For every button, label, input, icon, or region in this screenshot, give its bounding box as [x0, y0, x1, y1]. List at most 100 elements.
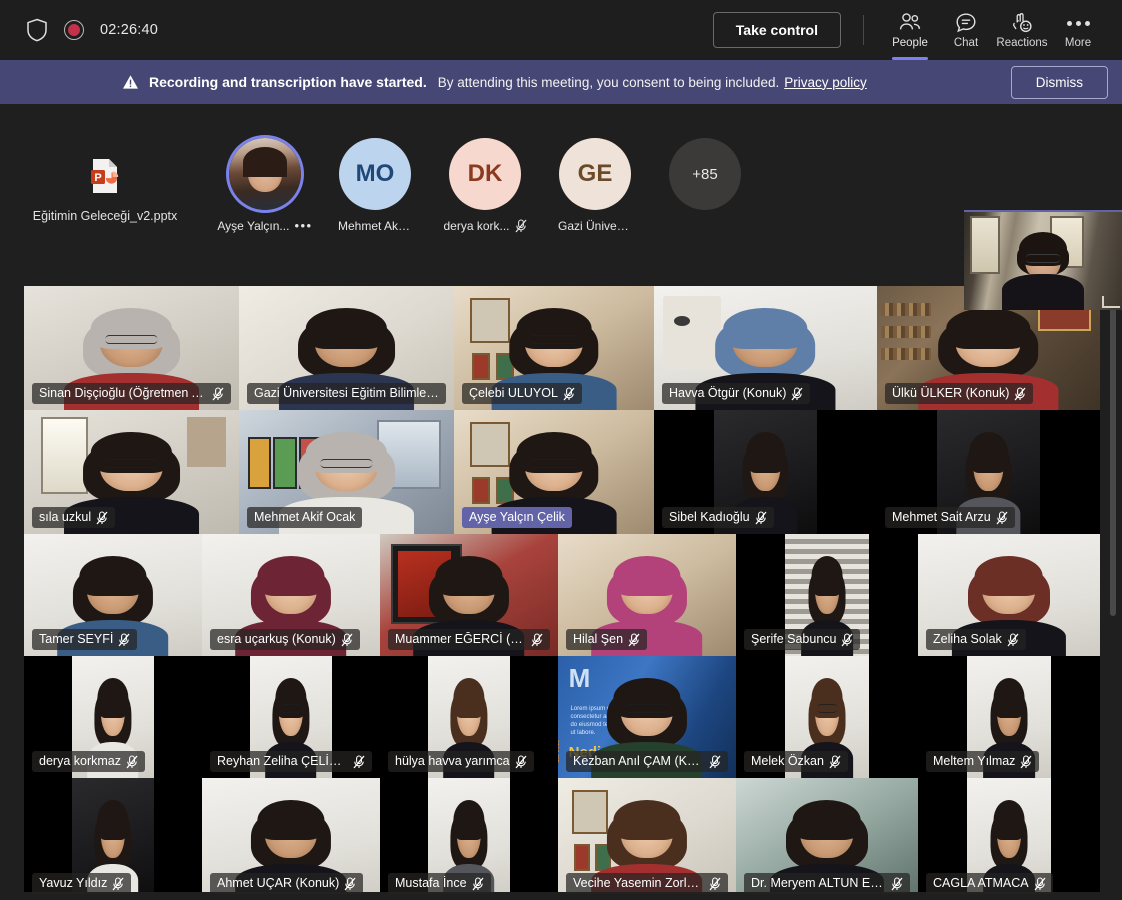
participant-name-label: Tamer SEYFİ [32, 629, 138, 650]
participant-name-text: hülya havva yarımca [395, 754, 510, 768]
participant-name-text: Meltem Yılmaz [933, 754, 1016, 768]
mic-off-icon [996, 510, 1008, 525]
participant-name-text: Ayşe Yalçın Çelik [469, 510, 565, 524]
mic-off-icon [1007, 632, 1019, 647]
video-tile-kezban-anıl-çam-kon[interactable]: MLorem ipsum dolor sit amet consectetur … [558, 656, 736, 778]
roster-item-ayse-yalcin[interactable]: Ayşe Yalçın... ••• [210, 138, 320, 233]
video-tile-dr-meryem-altun-eki[interactable]: Dr. Meryem ALTUN EKİ... [736, 778, 918, 900]
roster-item-more-icon[interactable]: ••• [294, 219, 312, 232]
participant-name-text: Sinan Dişçioğlu (Öğretmen A... [39, 386, 207, 400]
privacy-policy-link[interactable]: Privacy policy [784, 75, 867, 90]
video-tile-reyhan-zeliha-çelik-n[interactable]: Reyhan Zeliha ÇELİK (N... [202, 656, 380, 778]
mic-off-icon [515, 219, 527, 233]
video-tile-hilal-şen[interactable]: Hilal Şen [558, 534, 736, 656]
video-tile-ahmet-uçar-konuk[interactable]: Ahmet UÇAR (Konuk) [202, 778, 380, 900]
self-view-video[interactable] [964, 210, 1122, 310]
more-dots-icon [1066, 12, 1090, 34]
video-tile-mehmet-sait-arzu[interactable]: Mehmet Sait Arzu [877, 410, 1100, 534]
avatar-initials: GE [577, 160, 613, 187]
participant-name-label: Muammer EĞERCİ (Ko... [388, 629, 550, 650]
participant-name-text: Muammer EĞERCİ (Ko... [395, 632, 526, 646]
toolbar-chat-button[interactable]: Chat [938, 8, 994, 52]
participant-name-text: Hilal Şen [573, 632, 624, 646]
participant-name-text: esra uçarkuş (Konuk) [217, 632, 336, 646]
roster-item-mehmet-akif-ocak[interactable]: MO Mehmet Akif O... [320, 138, 430, 233]
video-tile-hülya-havva-yarımca[interactable]: hülya havva yarımca [380, 656, 558, 778]
video-tile-cagla-atmaca[interactable]: CAGLA ATMACA [918, 778, 1100, 900]
participant-name-text: Sibel Kadıoğlu [669, 510, 750, 524]
video-tile-şerife-sabuncu[interactable]: Şerife Sabuncu [736, 534, 918, 656]
toolbar-divider [863, 15, 864, 45]
video-grid-container: Sinan Dişçioğlu (Öğretmen A... Gazi Ünive… [0, 286, 1122, 900]
mic-off-icon [791, 386, 803, 401]
video-tile-sinan-dişçioğlu-öğretmen-a[interactable]: Sinan Dişçioğlu (Öğretmen A... [24, 286, 239, 410]
meeting-timer: 02:26:40 [100, 22, 159, 38]
participant-name-text: Dr. Meryem ALTUN EKİ... [751, 876, 886, 890]
video-tile-havva-ötgür-konuk[interactable]: Havva Ötgür (Konuk) [654, 286, 877, 410]
mic-off-icon [96, 510, 108, 525]
avatar: GE [559, 138, 631, 210]
avatar-initials: DK [467, 160, 503, 187]
banner-headline: Recording and transcription have started… [149, 74, 427, 90]
mic-off-icon [891, 876, 903, 891]
take-control-button[interactable]: Take control [712, 12, 841, 48]
roster-item-gazi-universitesi[interactable]: GE Gazi Üniversites... [540, 138, 650, 233]
mic-off-icon [353, 754, 365, 769]
participant-name-label: Zeliha Solak [926, 629, 1026, 650]
record-dot-icon [64, 20, 84, 40]
video-tile-meltem-yılmaz[interactable]: Meltem Yılmaz [918, 656, 1100, 778]
video-tile-muammer-eğerci-ko[interactable]: Muammer EĞERCİ (Ko... [380, 534, 558, 656]
video-tile-gazi-üniversitesi-eğitim-bilimler[interactable]: Gazi Üniversitesi Eğitim Bilimler... [239, 286, 454, 410]
mic-off-icon [118, 632, 130, 647]
participant-name-text: Zeliha Solak [933, 632, 1002, 646]
toolbar-people-button[interactable]: People [882, 8, 938, 60]
roster-label-row: Ayşe Yalçın... ••• [217, 219, 312, 233]
toolbar-reactions-button[interactable]: Reactions [994, 8, 1050, 52]
avatar: DK [449, 138, 521, 210]
shield-icon [26, 18, 48, 42]
video-tile-melek-özkan[interactable]: Melek Özkan [736, 656, 918, 778]
participant-name-label: Sinan Dişçioğlu (Öğretmen A... [32, 383, 231, 404]
toolbar-people-label: People [892, 37, 928, 49]
participant-name-label: derya korkmaz [32, 751, 145, 772]
video-tile-vecihe-yasemin-zorluo[interactable]: Vecihe Yasemin Zorluo... [558, 778, 736, 900]
video-grid-row: derya korkmaz Reyhan Zeliha ÇELİK (N... hü… [24, 656, 1100, 778]
shared-file-chip[interactable]: P Eğitimin Geleceği_v2.pptx [0, 104, 210, 223]
video-tile-zeliha-solak[interactable]: Zeliha Solak [918, 534, 1100, 656]
self-view-person [1000, 232, 1086, 310]
video-tile-mustafa-ince[interactable]: Mustafa İnce [380, 778, 558, 900]
video-grid-row: sıla uzkul Mehmet Akif Ocak Ayşe Yalçın Çe… [24, 410, 1100, 534]
mic-off-icon [1034, 876, 1046, 891]
video-tile-mehmet-akif-ocak[interactable]: Mehmet Akif Ocak [239, 410, 454, 534]
participant-name-text: Kezban Anıl ÇAM (Kon... [573, 754, 704, 768]
video-tile-sibel-kadıoğlu[interactable]: Sibel Kadıoğlu [654, 410, 877, 534]
meeting-stage: P Eğitimin Geleceği_v2.pptx Ayşe Yalçın.… [0, 104, 1122, 310]
video-tile-yavuz-yıldız[interactable]: Yavuz Yıldız [24, 778, 202, 900]
grid-scrollbar-track[interactable] [1108, 286, 1116, 900]
roster-item-overflow[interactable]: +85 [650, 138, 760, 210]
video-tile-esra-uçarkuş-konuk[interactable]: esra uçarkuş (Konuk) [202, 534, 380, 656]
grid-scrollbar-thumb[interactable] [1110, 286, 1116, 616]
roster-item-derya-korkmaz[interactable]: DK derya kork... [430, 138, 540, 233]
mic-off-icon [472, 876, 484, 891]
video-tile-sıla-uzkul[interactable]: sıla uzkul [24, 410, 239, 534]
mic-off-icon [1014, 386, 1026, 401]
video-tile-ayşe-yalçın-çelik[interactable]: Ayşe Yalçın Çelik [454, 410, 654, 534]
participant-name-label: CAGLA ATMACA [926, 873, 1053, 894]
participant-name-text: Havva Ötgür (Konuk) [669, 386, 787, 400]
video-tile-tamer-seyfi[interactable]: Tamer SEYFİ [24, 534, 202, 656]
mic-off-icon [563, 386, 575, 401]
avatar: MO [339, 138, 411, 210]
recording-banner: Recording and transcription have started… [0, 60, 1122, 104]
mic-off-icon [829, 754, 841, 769]
dismiss-button[interactable]: Dismiss [1010, 65, 1108, 99]
video-grid-row: Sinan Dişçioğlu (Öğretmen A... Gazi Ünive… [24, 286, 1100, 410]
participant-name-text: Ülkü ÜLKER (Konuk) [892, 386, 1010, 400]
reactions-icon [1010, 12, 1034, 34]
toolbar-more-button[interactable]: More [1050, 8, 1106, 52]
participant-name-label: Yavuz Yıldız [32, 873, 132, 894]
video-tile-çelebi-uluyol[interactable]: Çelebi ULUYOL [454, 286, 654, 410]
participant-name-label: Gazi Üniversitesi Eğitim Bilimler... [247, 383, 446, 404]
participant-name-label: Vecihe Yasemin Zorluo... [566, 873, 728, 894]
video-tile-derya-korkmaz[interactable]: derya korkmaz [24, 656, 202, 778]
